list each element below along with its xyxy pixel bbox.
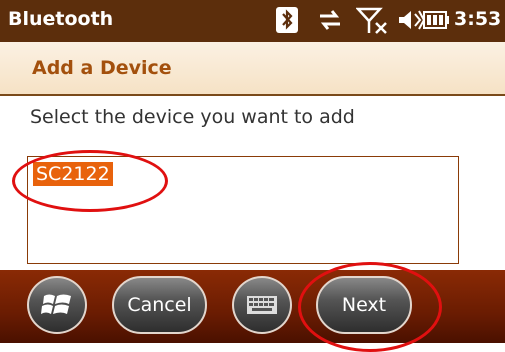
title-bar: Bluetooth 3:53 [0,0,505,42]
sync-icon[interactable] [316,6,344,38]
keyboard-button[interactable] [232,276,292,334]
start-button[interactable] [27,276,87,334]
device-item[interactable]: SC2122 [33,162,113,186]
app-title: Bluetooth [8,8,114,30]
next-button[interactable]: Next [316,276,412,334]
clock: 3:53 [454,8,502,30]
keyboard-icon [247,296,277,314]
volume-icon[interactable] [397,6,426,38]
battery-icon[interactable] [423,10,449,34]
instruction-text: Select the device you want to add [30,106,355,128]
page-header: Add a Device [0,42,505,96]
bluetooth-icon[interactable] [274,6,300,38]
windows-start-icon [41,294,71,314]
device-list[interactable]: SC2122 [27,156,459,264]
page-title: Add a Device [32,57,172,79]
cancel-button[interactable]: Cancel [112,276,207,334]
no-signal-icon[interactable] [355,6,390,40]
